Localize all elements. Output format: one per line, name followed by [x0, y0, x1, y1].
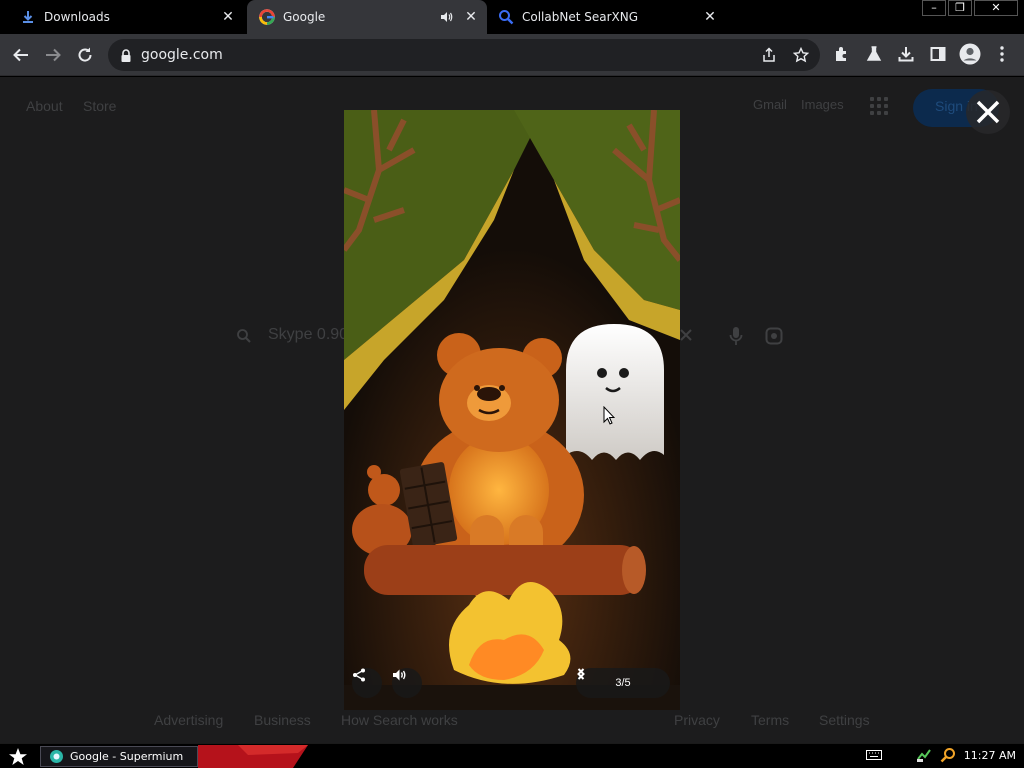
tab-title: Downloads — [44, 10, 110, 24]
about-link[interactable]: About — [26, 98, 63, 114]
back-arrow-icon — [13, 48, 28, 62]
start-button[interactable] — [4, 746, 32, 767]
taskbar-window-button[interactable]: Google - Supermium — [40, 746, 198, 767]
window-close-button[interactable]: ✕ — [974, 0, 1018, 16]
url-text: google.com — [141, 47, 223, 63]
download-icon — [20, 9, 36, 25]
star-icon — [9, 747, 27, 765]
labs-flask-icon[interactable] — [863, 43, 885, 65]
tab-close-button[interactable]: ✕ — [220, 9, 236, 25]
mouse-cursor-icon — [603, 406, 615, 425]
restore-button[interactable]: ❐ — [948, 0, 972, 16]
tab-google[interactable]: Google ✕ — [247, 0, 487, 34]
footer-how-search-works-link[interactable]: How Search works — [341, 712, 458, 728]
menu-kebab-icon[interactable] — [991, 43, 1013, 65]
speaker-icon[interactable] — [439, 10, 453, 24]
bookmark-star-icon[interactable] — [792, 46, 810, 64]
footer-terms-link[interactable]: Terms — [751, 712, 789, 728]
side-panel-icon[interactable] — [927, 43, 949, 65]
taskbar-window-label: Google - Supermium — [70, 750, 184, 763]
browser-toolbar: google.com — [0, 34, 1024, 76]
network-icon[interactable] — [916, 747, 932, 763]
footer-advertising-link[interactable]: Advertising — [154, 712, 223, 728]
clear-search-icon[interactable] — [678, 327, 694, 347]
search-input[interactable]: Skype 0.90 — [268, 326, 348, 344]
share-page-icon[interactable] — [760, 46, 778, 64]
reload-button[interactable] — [72, 42, 98, 68]
share-icon — [353, 668, 365, 682]
tab-strip: Downloads ✕ Google ✕ CollabNet SearXNG ✕… — [0, 0, 1024, 34]
forward-button[interactable] — [40, 42, 66, 68]
doodle-pager: 3/5 — [576, 668, 670, 698]
tab-close-button[interactable]: ✕ — [463, 9, 479, 25]
keyboard-icon[interactable] — [865, 747, 882, 763]
store-link[interactable]: Store — [83, 98, 116, 114]
close-viewer-button[interactable] — [966, 90, 1010, 134]
doodle-illustration — [344, 110, 680, 710]
tab-title: Google — [283, 10, 326, 24]
search-icon — [236, 328, 252, 348]
footer-privacy-link[interactable]: Privacy — [674, 712, 720, 728]
speaker-icon — [393, 669, 406, 681]
extensions-icon[interactable] — [831, 43, 853, 65]
tab-close-button[interactable]: ✕ — [702, 9, 718, 25]
lock-icon[interactable] — [120, 48, 132, 67]
window-controls: – ❐ ✕ — [920, 0, 1018, 16]
share-button[interactable] — [352, 668, 382, 698]
tab-title: CollabNet SearXNG — [522, 10, 639, 24]
back-button[interactable] — [8, 42, 34, 68]
footer-business-link[interactable]: Business — [254, 712, 311, 728]
next-arrow-icon[interactable] — [577, 668, 660, 691]
google-g-icon — [259, 9, 275, 25]
search-magnifier-icon[interactable] — [940, 747, 956, 763]
apps-grid-icon[interactable] — [870, 97, 888, 115]
system-tray: 11:27 AM — [865, 747, 1016, 763]
reload-icon — [78, 47, 92, 62]
tab-downloads[interactable]: Downloads ✕ — [6, 0, 244, 34]
lens-search-icon[interactable] — [765, 327, 783, 349]
minimize-button[interactable]: – — [922, 0, 946, 16]
address-bar[interactable]: google.com — [108, 39, 820, 71]
footer-settings-link[interactable]: Settings — [819, 712, 870, 728]
supermium-browser-icon — [50, 750, 63, 763]
taskbar-decoration — [198, 745, 308, 768]
search-icon — [498, 9, 514, 25]
doodle-image: 3/5 — [344, 110, 680, 710]
forward-arrow-icon — [46, 48, 61, 62]
previous-arrow-icon[interactable] — [577, 668, 602, 691]
voice-search-icon[interactable] — [729, 326, 743, 350]
os-taskbar: Google - Supermium 11:27 AM — [0, 743, 1024, 768]
images-link[interactable]: Images — [801, 97, 844, 112]
page-counter: 3/5 — [615, 677, 631, 689]
profile-avatar-icon[interactable] — [959, 43, 981, 65]
tab-searxng[interactable]: CollabNet SearXNG ✕ — [490, 0, 726, 34]
close-icon — [976, 100, 1000, 124]
clock[interactable]: 11:27 AM — [964, 749, 1016, 762]
sound-button[interactable] — [392, 668, 422, 698]
downloads-icon[interactable] — [895, 43, 917, 65]
gmail-link[interactable]: Gmail — [753, 97, 787, 112]
